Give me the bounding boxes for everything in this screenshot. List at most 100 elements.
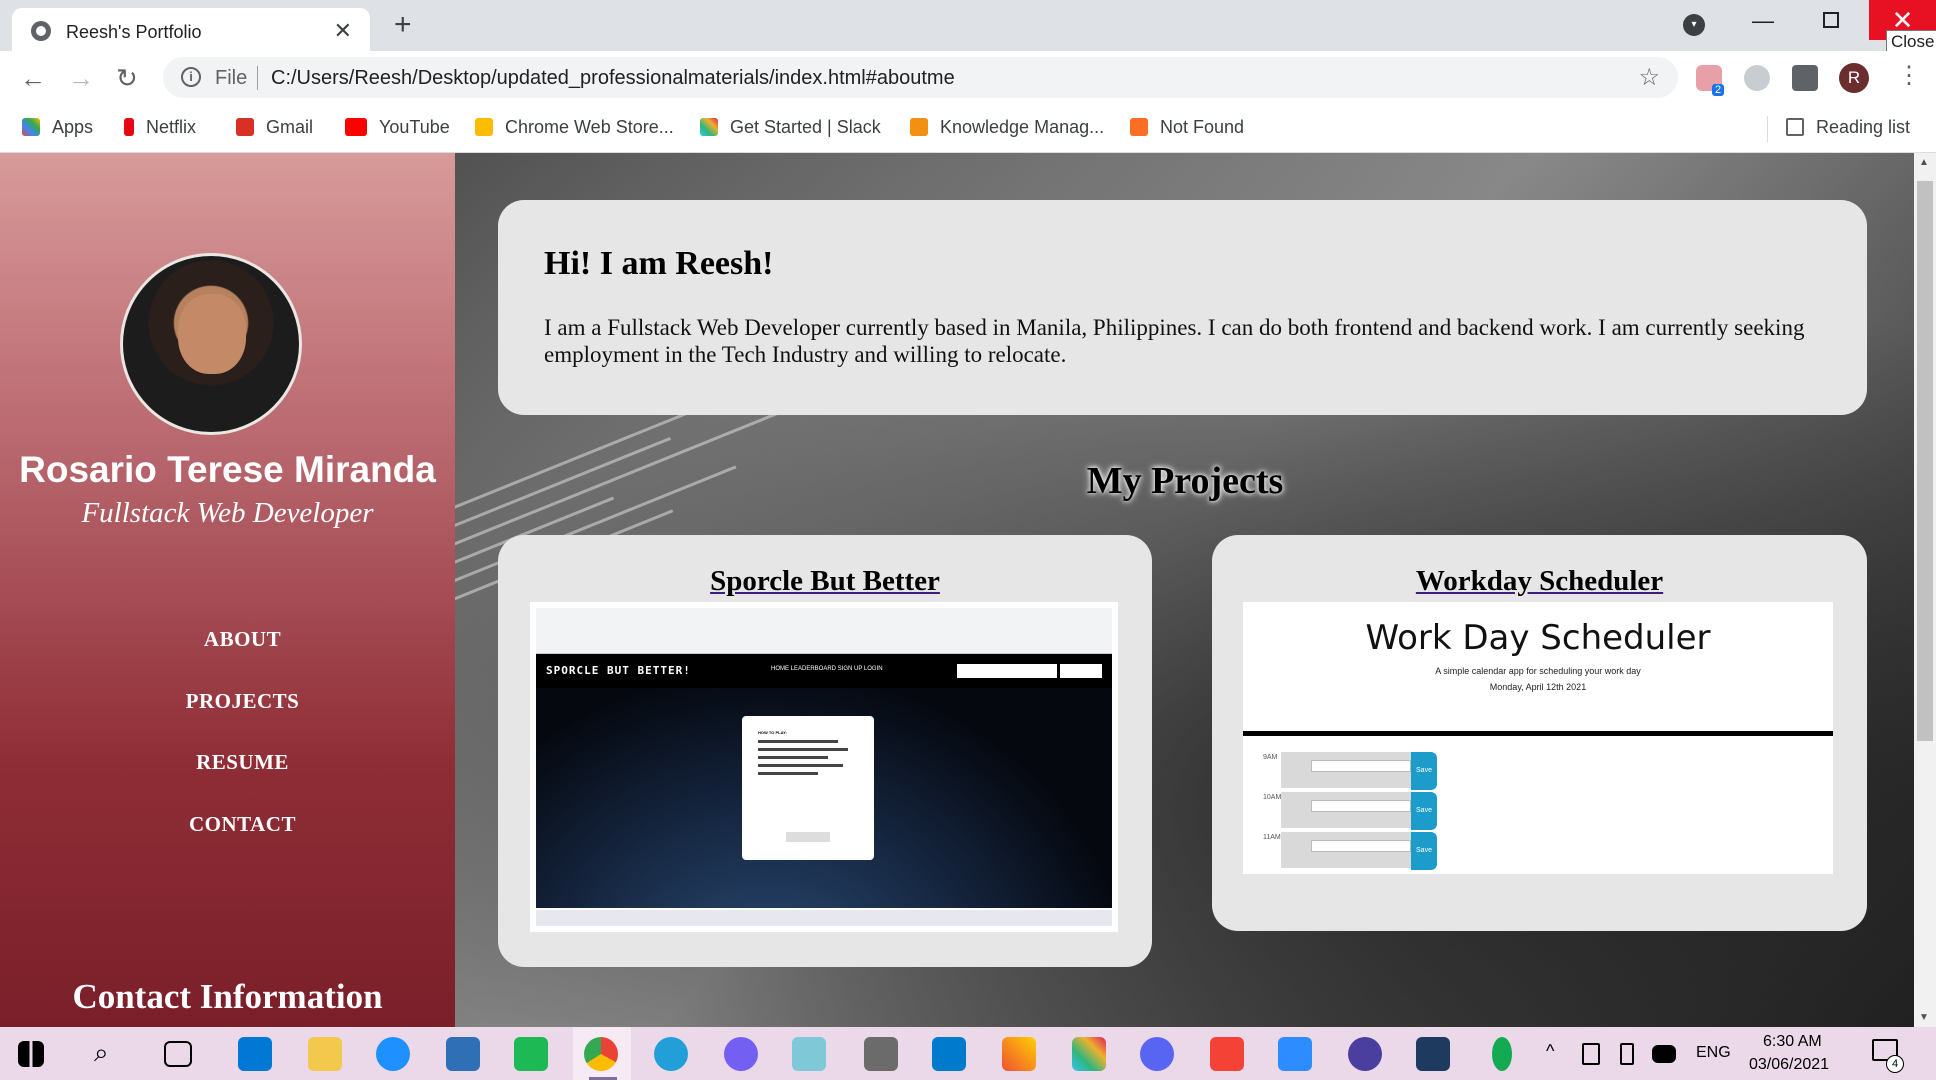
reading-list-icon: [1786, 118, 1804, 136]
bookmark-slack[interactable]: Get Started | Slack: [700, 117, 881, 138]
new-tab-button[interactable]: +: [394, 8, 412, 42]
youtube-icon: [345, 118, 367, 136]
gmail-icon: [236, 118, 254, 136]
project-screenshot[interactable]: Work Day Scheduler A simple calendar app…: [1243, 602, 1833, 874]
address-bar[interactable]: i File C:/Users/Reesh/Desktop/updated_pr…: [163, 57, 1678, 98]
scrollbar-thumb[interactable]: [1917, 181, 1933, 741]
meet-now-icon[interactable]: [1582, 1043, 1600, 1065]
globe-icon: [31, 21, 51, 41]
spotify-icon[interactable]: [514, 1037, 548, 1071]
thumb-navbar: SPORCLE BUT BETTER! HOME LEADERBOARD SIG…: [536, 654, 1112, 688]
profile-avatar[interactable]: R: [1839, 63, 1869, 93]
bookmark-netflix[interactable]: Netflix: [124, 117, 196, 138]
calculator-icon[interactable]: [864, 1037, 898, 1071]
task-view-icon[interactable]: [164, 1041, 192, 1067]
browser-toolbar: ← → ↻ i File C:/Users/Reesh/Desktop/upda…: [0, 51, 1936, 104]
scroll-down-icon[interactable]: ▼: [1919, 1012, 1929, 1023]
nav-contact[interactable]: CONTACT: [0, 812, 485, 837]
bookmark-youtube[interactable]: YouTube: [345, 117, 450, 138]
discord-icon[interactable]: [1140, 1037, 1174, 1071]
mongodb-icon[interactable]: [1492, 1037, 1512, 1071]
gitkraken-icon[interactable]: [1002, 1037, 1036, 1071]
slack-icon[interactable]: [1072, 1037, 1106, 1071]
thumb-hour-row: 10AM Save: [1243, 792, 1833, 830]
bookmarks-bar: Apps Netflix Gmail YouTube Chrome Web St…: [0, 104, 1936, 153]
nav-about[interactable]: ABOUT: [0, 627, 485, 652]
zoom-icon[interactable]: [1278, 1037, 1312, 1071]
url-text[interactable]: C:/Users/Reesh/Desktop/updated_professio…: [271, 67, 955, 90]
minimize-button[interactable]: —: [1752, 8, 1774, 34]
menu-icon[interactable]: ⋮: [1897, 61, 1921, 90]
mail-icon[interactable]: [238, 1037, 272, 1071]
bookmark-chrome-web-store[interactable]: Chrome Web Store...: [475, 117, 674, 138]
chrome-icon[interactable]: [584, 1037, 618, 1071]
bookmark-knowledge[interactable]: Knowledge Manag...: [910, 117, 1104, 138]
bookmark-gmail[interactable]: Gmail: [236, 117, 313, 138]
thumb-taskbar: [536, 910, 1112, 926]
extension-badge: 2: [1712, 84, 1725, 96]
page-scrollbar[interactable]: ▲ ▼: [1914, 153, 1936, 1027]
chrome-web-store-icon: [475, 118, 493, 136]
clock-date[interactable]: 03/06/2021: [1749, 1056, 1829, 1074]
tab-search-icon[interactable]: ▾: [1683, 14, 1705, 36]
viber-icon[interactable]: [724, 1037, 758, 1071]
app-icon[interactable]: [1348, 1037, 1382, 1071]
thumb-hour-row: 11AM Save: [1243, 832, 1833, 870]
notification-count: 4: [1886, 1055, 1904, 1073]
scroll-up-icon[interactable]: ▲: [1919, 157, 1929, 168]
tab-strip: Reesh's Portfolio ✕ + ▾ — ✕ Close: [0, 0, 1936, 54]
network-icon[interactable]: [1652, 1045, 1676, 1063]
bookmark-star-icon[interactable]: ☆: [1638, 63, 1660, 92]
reading-list-button[interactable]: Reading list: [1786, 117, 1910, 138]
photos-icon[interactable]: [446, 1037, 480, 1071]
thumb-search: [957, 664, 1057, 678]
battery-icon[interactable]: [1620, 1043, 1634, 1065]
netflix-icon: [124, 118, 134, 136]
project-title-link[interactable]: Sporcle But Better: [498, 565, 1152, 598]
nav-projects[interactable]: PROJECTS: [0, 689, 485, 714]
thumb-browser-chrome: [536, 608, 1112, 654]
extension-icon-2[interactable]: [1744, 65, 1770, 91]
mysql-workbench-icon[interactable]: [1416, 1037, 1450, 1071]
telegram-icon[interactable]: [654, 1037, 688, 1071]
stack-icon: [910, 118, 928, 136]
windows-start-icon[interactable]: [18, 1041, 44, 1067]
windows-taskbar: ⌕ ^ ENG 6:30 AM 03/06/2021 4: [0, 1027, 1936, 1080]
puzzle-icon[interactable]: [1792, 65, 1818, 91]
project-card: Sporcle But Better SPORCLE BUT BETTER! H…: [498, 535, 1152, 967]
back-icon[interactable]: ←: [20, 63, 46, 94]
thumb-modal: HOW TO PLAY:: [742, 716, 874, 860]
bookmark-apps[interactable]: Apps: [22, 117, 93, 138]
project-screenshot[interactable]: SPORCLE BUT BETTER! HOME LEADERBOARD SIG…: [530, 602, 1118, 932]
file-explorer-icon[interactable]: [308, 1037, 342, 1071]
tab-close-icon[interactable]: ✕: [334, 18, 352, 44]
slack-icon: [700, 118, 718, 136]
language-indicator[interactable]: ENG: [1696, 1044, 1731, 1062]
contact-heading: Contact Information: [72, 977, 383, 1016]
anydesk-icon[interactable]: [1210, 1037, 1244, 1071]
about-body: I am a Fullstack Web Developer currently…: [544, 315, 1805, 367]
clock-time[interactable]: 6:30 AM: [1763, 1033, 1822, 1051]
bookmark-gitlab[interactable]: Not Found: [1130, 117, 1244, 138]
restore-button[interactable]: [1823, 12, 1839, 28]
vscode-icon[interactable]: [932, 1037, 966, 1071]
search-icon[interactable]: ⌕: [94, 1037, 128, 1071]
thumb-hour-row: 9AM Save: [1243, 752, 1833, 790]
info-icon[interactable]: i: [181, 67, 201, 87]
tab-title: Reesh's Portfolio: [66, 22, 202, 42]
profile-photo: [120, 253, 302, 435]
divider: [257, 66, 258, 90]
edge-icon[interactable]: [376, 1037, 410, 1071]
thumb-search-button: [1060, 664, 1102, 678]
gitlab-icon: [1130, 118, 1148, 136]
apps-grid-icon: [22, 118, 40, 136]
forward-icon[interactable]: →: [68, 63, 94, 94]
tab-portfolio[interactable]: Reesh's Portfolio ✕: [12, 8, 370, 51]
project-title-link[interactable]: Workday Scheduler: [1212, 565, 1867, 598]
tray-chevron-icon[interactable]: ^: [1546, 1041, 1554, 1062]
notes-icon[interactable]: [792, 1037, 826, 1071]
url-scheme: File: [215, 67, 248, 89]
profile-role: Fullstack Web Developer: [81, 497, 374, 529]
reload-icon[interactable]: ↻: [116, 63, 138, 94]
nav-resume[interactable]: RESUME: [0, 750, 485, 775]
